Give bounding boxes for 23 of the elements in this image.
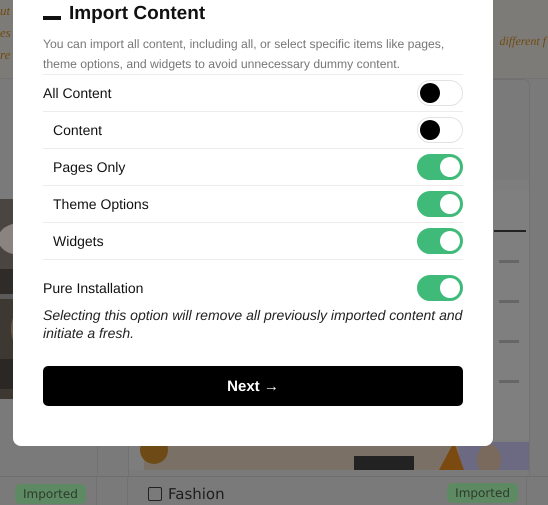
option-label: Content — [53, 122, 102, 138]
card-title: Fashion — [168, 485, 225, 503]
article-text: ut — [0, 2, 12, 20]
imported-badge: Imported — [15, 484, 86, 504]
article-text: re — [0, 46, 12, 64]
next-button[interactable]: Next → — [43, 366, 463, 406]
option-label: Pure Installation — [43, 280, 144, 296]
list-icon — [43, 16, 61, 20]
toggle-switch[interactable] — [417, 191, 463, 217]
dialog-title: Import Content — [69, 2, 206, 26]
option-label: Pages Only — [53, 159, 126, 175]
option-label: Widgets — [53, 233, 104, 249]
toggle-switch[interactable] — [417, 275, 463, 301]
option-label: Theme Options — [53, 196, 149, 212]
option-label: All Content — [43, 85, 112, 101]
toggle-switch[interactable] — [417, 228, 463, 254]
article-text: different f — [499, 33, 548, 50]
article-text: es — [0, 24, 12, 42]
imported-badge: Imported — [447, 483, 518, 503]
checkbox[interactable] — [148, 487, 162, 501]
toggle-switch[interactable] — [417, 154, 463, 180]
warning-note: Selecting this option will remove all previously imported content and initiate a fresh. — [43, 306, 463, 342]
dialog-description: You can import all content, including all, or select specific items like pages, theme options, and widgets to avoid unnecessary dummy content. — [43, 36, 446, 73]
